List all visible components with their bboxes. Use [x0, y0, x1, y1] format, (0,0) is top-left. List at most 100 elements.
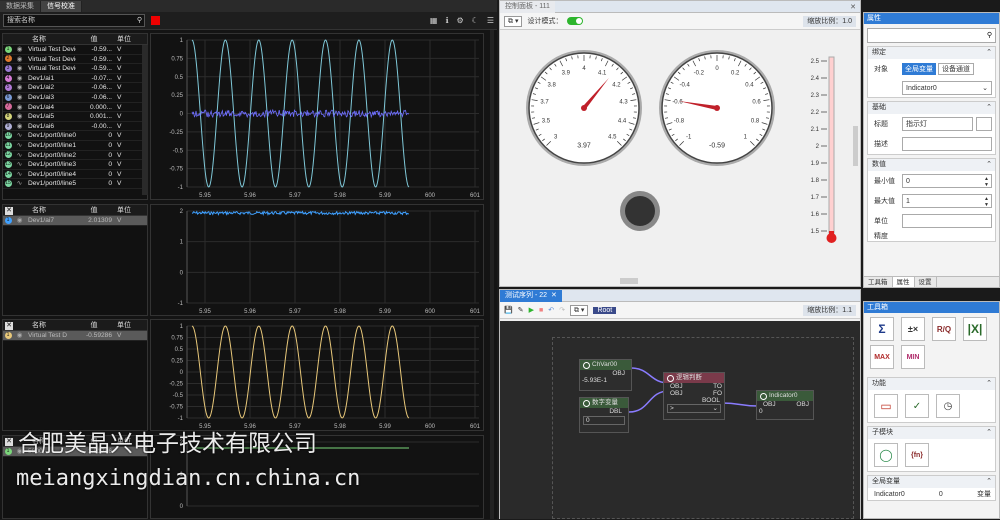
eye-icon[interactable]: ◉: [13, 74, 26, 83]
waveform-plot-1[interactable]: 10.750.50.250-0.25-0.5-0.75-15.955.965.9…: [150, 33, 484, 200]
chevron-up-icon[interactable]: ⌃: [986, 47, 992, 59]
close-icon[interactable]: ✕: [5, 438, 13, 446]
close-icon[interactable]: ✕: [551, 290, 557, 302]
chevron-up-icon[interactable]: ⌃: [986, 427, 992, 439]
clock-icon[interactable]: ◷: [936, 394, 960, 418]
tab-signal-calibration[interactable]: 信号校准: [41, 1, 82, 12]
unit-input[interactable]: [902, 214, 992, 228]
run-icon[interactable]: ▶: [529, 306, 534, 314]
record-icon[interactable]: [151, 16, 160, 25]
scrollbar[interactable]: [490, 30, 494, 519]
formula-icon[interactable]: R/Q: [932, 317, 956, 341]
chevron-up-icon[interactable]: ⌃: [986, 476, 992, 488]
node-number-variable[interactable]: 数字变量 DBL 0: [579, 397, 629, 433]
breadcrumb-root[interactable]: Root: [593, 307, 616, 314]
tab-global-variable[interactable]: 全局变量: [902, 63, 936, 75]
table-row[interactable]: 11∿Dev1/port0/line10V: [3, 141, 147, 151]
table-row[interactable]: 3◉Virtual Test Device-0.59...V: [3, 64, 147, 74]
stepper-arrows-icon[interactable]: ▲▼: [984, 196, 989, 208]
table-row[interactable]: 9◉Dev1/ai6-0.00...V: [3, 122, 147, 132]
eye-icon[interactable]: ◉: [13, 64, 26, 73]
gear-icon[interactable]: ⚙: [456, 16, 463, 25]
undo-icon[interactable]: ↶: [548, 306, 554, 314]
wave-icon[interactable]: ∿: [13, 151, 26, 160]
wave-icon[interactable]: ∿: [13, 170, 26, 179]
eye-icon[interactable]: ◉: [13, 55, 26, 64]
calculator-icon[interactable]: ±×: [901, 317, 925, 341]
function-block-icon[interactable]: {fn}: [905, 443, 929, 467]
save-as-icon[interactable]: ✎: [518, 306, 524, 314]
eye-icon[interactable]: ◉: [13, 122, 26, 131]
eye-icon[interactable]: ◉: [13, 216, 26, 225]
min-tool[interactable]: MIN: [901, 345, 925, 369]
eye-icon[interactable]: ◉: [13, 83, 26, 92]
table-row[interactable]: 4◉Dev1/ai1-0.07...V: [3, 74, 147, 84]
global-variable-row[interactable]: Indicator0 0 变量: [868, 488, 995, 500]
chevron-up-icon[interactable]: ⌃: [986, 159, 992, 171]
node-chvar[interactable]: ChVar00 OBJ -5.93E-1: [579, 359, 632, 391]
stepper-arrows-icon[interactable]: ▲▼: [984, 176, 989, 188]
color-picker[interactable]: [976, 117, 992, 131]
table-row[interactable]: 1◉Virtual Test Device-0.59...V: [3, 45, 147, 55]
waveform-plot-2[interactable]: 210-15.955.965.975.985.99600601: [150, 204, 484, 316]
eye-icon[interactable]: ◉: [13, 103, 26, 112]
chevron-up-icon[interactable]: ⌃: [986, 378, 992, 390]
eye-icon[interactable]: ◉: [13, 93, 26, 102]
wave-icon[interactable]: ∿: [13, 141, 26, 150]
max-tool[interactable]: MAX: [870, 345, 894, 369]
close-icon[interactable]: ✕: [850, 3, 860, 11]
tab-data-acquisition[interactable]: 数据采集: [0, 1, 41, 12]
table-row[interactable]: 7◉Dev1/ai40.000...V: [3, 103, 147, 113]
close-icon[interactable]: ✕: [5, 322, 13, 330]
table-row[interactable]: 5◉Dev1/ai2-0.06...V: [3, 83, 147, 93]
node-logic-judgement[interactable]: 逻辑判断 OBJTO OBJFO BOOL >⌄: [663, 372, 725, 420]
table-row[interactable]: 8◉Dev1/ai50.001...V: [3, 112, 147, 122]
number-input[interactable]: 0: [583, 416, 625, 425]
design-mode-toggle[interactable]: [567, 17, 583, 25]
flow-canvas[interactable]: ChVar00 OBJ -5.93E-1 数字变量 DBL 0 逻辑判断 OBJ…: [500, 321, 860, 519]
table-row[interactable]: 6◉Dev1/ai3-0.06...V: [3, 93, 147, 103]
eye-icon[interactable]: ◉: [13, 331, 26, 340]
sum-tool[interactable]: Σ: [870, 317, 894, 341]
search-input[interactable]: 搜索名称 ⚲: [3, 14, 145, 27]
chevron-up-icon[interactable]: ⌃: [986, 102, 992, 114]
wave-icon[interactable]: ∿: [13, 160, 26, 169]
close-icon[interactable]: ✕: [5, 207, 13, 215]
tab-control-panel[interactable]: 控制面板 - 111: [500, 1, 555, 13]
abs-tool[interactable]: |X|: [963, 317, 987, 341]
eye-icon[interactable]: ◉: [13, 112, 26, 121]
menu-icon[interactable]: ☰: [487, 16, 494, 25]
object-select[interactable]: Indicator0⌄: [902, 81, 992, 95]
eye-icon[interactable]: ◉: [13, 45, 26, 54]
wave-icon[interactable]: ∿: [13, 179, 26, 188]
table-row[interactable]: 12∿Dev1/port0/line20V: [3, 151, 147, 161]
table-row[interactable]: 1 ◉ Dev1/ai7 2.01309 V: [3, 216, 147, 226]
redo-icon[interactable]: ↷: [559, 306, 565, 314]
table-row[interactable]: 14∿Dev1/port0/line40V: [3, 170, 147, 180]
table-row[interactable]: 2◉Virtual Test Device-0.59...V: [3, 55, 147, 65]
layout-select[interactable]: ⧉ ▾: [570, 305, 588, 316]
waveform-plot-3[interactable]: 10.750.50.250-0.25-0.5-0.75-15.955.965.9…: [150, 319, 484, 431]
tab-settings[interactable]: 设置: [915, 277, 937, 287]
max-stepper[interactable]: 1▲▼: [902, 194, 992, 208]
loop-icon[interactable]: ◯: [874, 443, 898, 467]
description-input[interactable]: [902, 137, 992, 151]
table-row[interactable]: 1 ◉ Virtual Test D -0.59286 V: [3, 331, 147, 341]
table-row[interactable]: 15∿Dev1/port0/line50V: [3, 179, 147, 189]
node-indicator[interactable]: Indicator0 OBJOBJ 0: [756, 390, 814, 420]
operator-select[interactable]: >⌄: [667, 404, 721, 413]
tab-test-sequence[interactable]: 测试序列 - 22✕: [500, 290, 562, 302]
tab-device-channel[interactable]: 设备通道: [938, 63, 974, 75]
check-icon[interactable]: ✓: [905, 394, 929, 418]
table-row[interactable]: 13∿Dev1/port0/line30V: [3, 160, 147, 170]
layout-select[interactable]: ⧉ ▾: [504, 16, 522, 27]
table-row[interactable]: 10∿Dev1/port0/line00V: [3, 131, 147, 141]
tab-properties[interactable]: 属性: [893, 277, 915, 287]
info-icon[interactable]: ℹ: [445, 16, 448, 25]
search-icon[interactable]: ⚲: [137, 15, 142, 26]
wave-icon[interactable]: ∿: [13, 131, 26, 140]
vertical-scrollbar[interactable]: [853, 126, 858, 166]
property-search-input[interactable]: ⚲: [867, 28, 996, 43]
tab-toolbox[interactable]: 工具箱: [864, 277, 893, 287]
save-icon[interactable]: 💾: [504, 306, 513, 314]
